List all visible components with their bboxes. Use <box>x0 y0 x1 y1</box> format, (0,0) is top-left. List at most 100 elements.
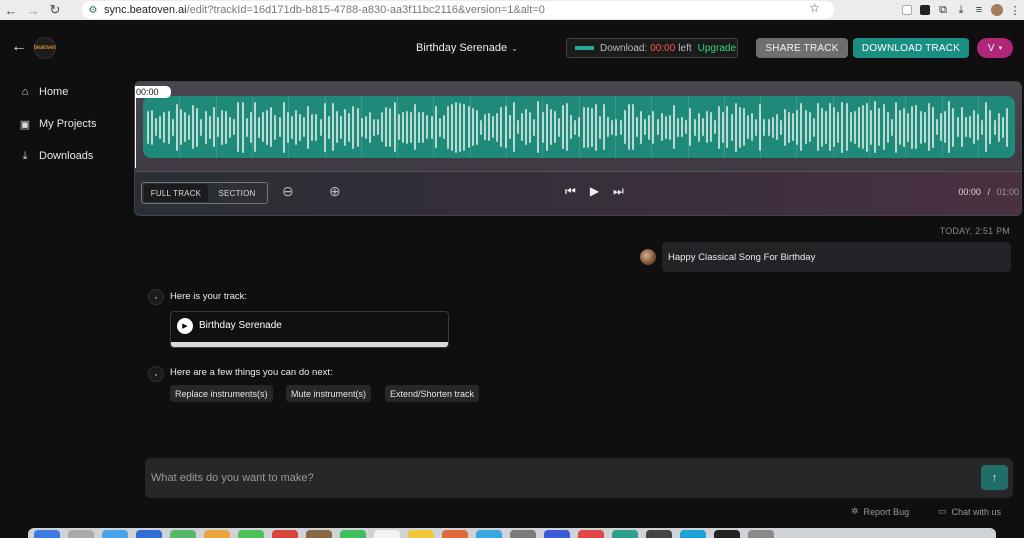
waveform-bar <box>845 103 848 151</box>
download-meter <box>575 46 594 50</box>
dock-app-icon[interactable] <box>68 530 94 538</box>
track-card-progress[interactable] <box>171 342 448 347</box>
suggestion-mute-instruments[interactable]: Mute instrument(s) <box>286 385 372 402</box>
media-icon[interactable]: ≡ <box>970 0 988 20</box>
dock-app-icon[interactable] <box>170 530 196 538</box>
waveform-bar <box>755 118 758 136</box>
play-icon[interactable]: ▶ <box>590 184 599 199</box>
waveform-bar <box>410 111 412 143</box>
dock-app-icon[interactable] <box>204 530 230 538</box>
waveform-bar <box>348 112 351 142</box>
waveform-bar <box>356 107 359 147</box>
suggestion-replace-instruments[interactable]: Replace instruments(s) <box>170 385 273 402</box>
full-track-tab[interactable]: FULL TRACK <box>144 184 208 202</box>
dock-app-icon[interactable] <box>374 530 400 538</box>
playhead-line[interactable] <box>135 98 136 168</box>
dock-app-icon[interactable] <box>238 530 264 538</box>
waveform-bar <box>763 118 766 136</box>
waveform-bar <box>422 111 425 143</box>
sidebar-item-home[interactable]: ⌂ Home <box>0 76 130 108</box>
sidebar-item-downloads[interactable]: ⤓ Downloads <box>0 140 130 172</box>
waveform-bar <box>262 112 265 142</box>
share-track-button[interactable]: SHARE TRACK <box>756 38 848 58</box>
waveform-bar <box>812 117 815 137</box>
user-menu-button[interactable]: V ▾ <box>977 38 1013 58</box>
dock-app-icon[interactable] <box>680 530 706 538</box>
send-button[interactable]: ↑ <box>981 465 1008 490</box>
waveform-area[interactable]: 00:00 <box>135 82 1021 172</box>
waveform-bar <box>972 110 975 144</box>
dock-app-icon[interactable] <box>714 530 740 538</box>
dock-app-icon[interactable] <box>510 530 536 538</box>
dock-app-icon[interactable] <box>102 530 128 538</box>
waveform-bar <box>746 115 749 139</box>
waveform-bar <box>849 112 852 142</box>
dock-app-icon[interactable] <box>612 530 638 538</box>
report-bug-link[interactable]: ✲ Report Bug <box>851 506 909 517</box>
skip-forward-icon[interactable]: ⏭ <box>613 184 624 199</box>
waveform-bar <box>718 105 721 149</box>
extension-icon[interactable] <box>916 0 934 20</box>
upgrade-link[interactable]: Upgrade <box>698 43 736 54</box>
waveform-bar <box>594 103 597 151</box>
sidebar-item-label: My Projects <box>39 118 97 130</box>
zoom-out-icon[interactable]: ⊖ <box>282 183 294 200</box>
dock-app-icon[interactable] <box>272 530 298 538</box>
play-icon[interactable]: ▶ <box>177 318 193 334</box>
dock-app-icon[interactable] <box>476 530 502 538</box>
browser-back-icon[interactable]: ← <box>0 0 22 20</box>
track-title-dropdown[interactable]: Birthday Serenade ⌄ <box>416 42 518 54</box>
waveform-bar <box>471 108 474 146</box>
waveform-bar <box>290 115 293 139</box>
playhead-time[interactable]: 00:00 <box>135 86 171 98</box>
browser-forward-icon[interactable]: → <box>22 0 44 20</box>
grid-line <box>433 96 435 158</box>
zoom-in-icon[interactable]: ⊕ <box>329 183 341 200</box>
waveform-bar <box>767 118 770 136</box>
address-bar[interactable]: ⚙ sync.beatoven.ai/edit?trackId=16d171db… <box>82 1 834 19</box>
waveform-bar <box>664 115 667 139</box>
chat-with-us-link[interactable]: ▭ Chat with us <box>938 506 1001 517</box>
waveform-bar <box>278 117 281 137</box>
puzzle-icon[interactable]: ⧉ <box>934 0 952 20</box>
dock-app-icon[interactable] <box>748 530 774 538</box>
track-card[interactable]: ▶ Birthday Serenade <box>170 311 449 348</box>
suggestion-extend-shorten[interactable]: Extend/Shorten track <box>385 385 480 402</box>
download-track-button[interactable]: DOWNLOAD TRACK <box>853 38 969 58</box>
waveform-bar <box>816 103 819 151</box>
back-arrow-icon[interactable]: ← <box>11 38 27 56</box>
waveform-bar <box>948 101 951 153</box>
dock-app-icon[interactable] <box>34 530 60 538</box>
dock-app-icon[interactable] <box>646 530 672 538</box>
reload-icon[interactable]: ↻ <box>44 0 66 20</box>
waveform-bar <box>619 119 622 135</box>
site-info-icon[interactable]: ⚙ <box>82 5 104 16</box>
dock-app-icon[interactable] <box>340 530 366 538</box>
bookmark-star-icon[interactable]: ☆ <box>809 1 820 15</box>
waveform-bar <box>426 115 429 139</box>
sidebar-item-my-projects[interactable]: ▣ My Projects <box>0 108 130 140</box>
waveform-bar <box>862 105 865 149</box>
beatoven-logo[interactable]: beatoven <box>34 37 56 59</box>
dock-app-icon[interactable] <box>136 530 162 538</box>
dock-app-icon[interactable] <box>442 530 468 538</box>
extension-icon[interactable] <box>898 0 916 20</box>
waveform-bar <box>331 103 334 151</box>
track-player: 00:00 FULL TRACK SECTION ⊖ ⊕ ⏮ ▶ ⏭ 00:00… <box>134 81 1022 216</box>
waveform-bar <box>344 108 347 146</box>
waveform-bar <box>167 110 170 144</box>
waveform-bar <box>820 107 823 147</box>
edit-prompt-input[interactable] <box>151 472 951 484</box>
waveform-bar <box>648 114 651 140</box>
chat-icon: ▭ <box>938 506 947 516</box>
download-icon[interactable]: ⤓ <box>952 0 970 20</box>
dock-app-icon[interactable] <box>306 530 332 538</box>
skip-back-icon[interactable]: ⏮ <box>565 184 576 199</box>
dock-app-icon[interactable] <box>578 530 604 538</box>
profile-avatar[interactable] <box>988 0 1006 20</box>
dock-app-icon[interactable] <box>408 530 434 538</box>
section-tab[interactable]: SECTION <box>208 184 266 202</box>
browser-menu-icon[interactable]: ⋮ <box>1006 0 1024 20</box>
dock-app-icon[interactable] <box>544 530 570 538</box>
waveform-bar <box>483 114 486 140</box>
